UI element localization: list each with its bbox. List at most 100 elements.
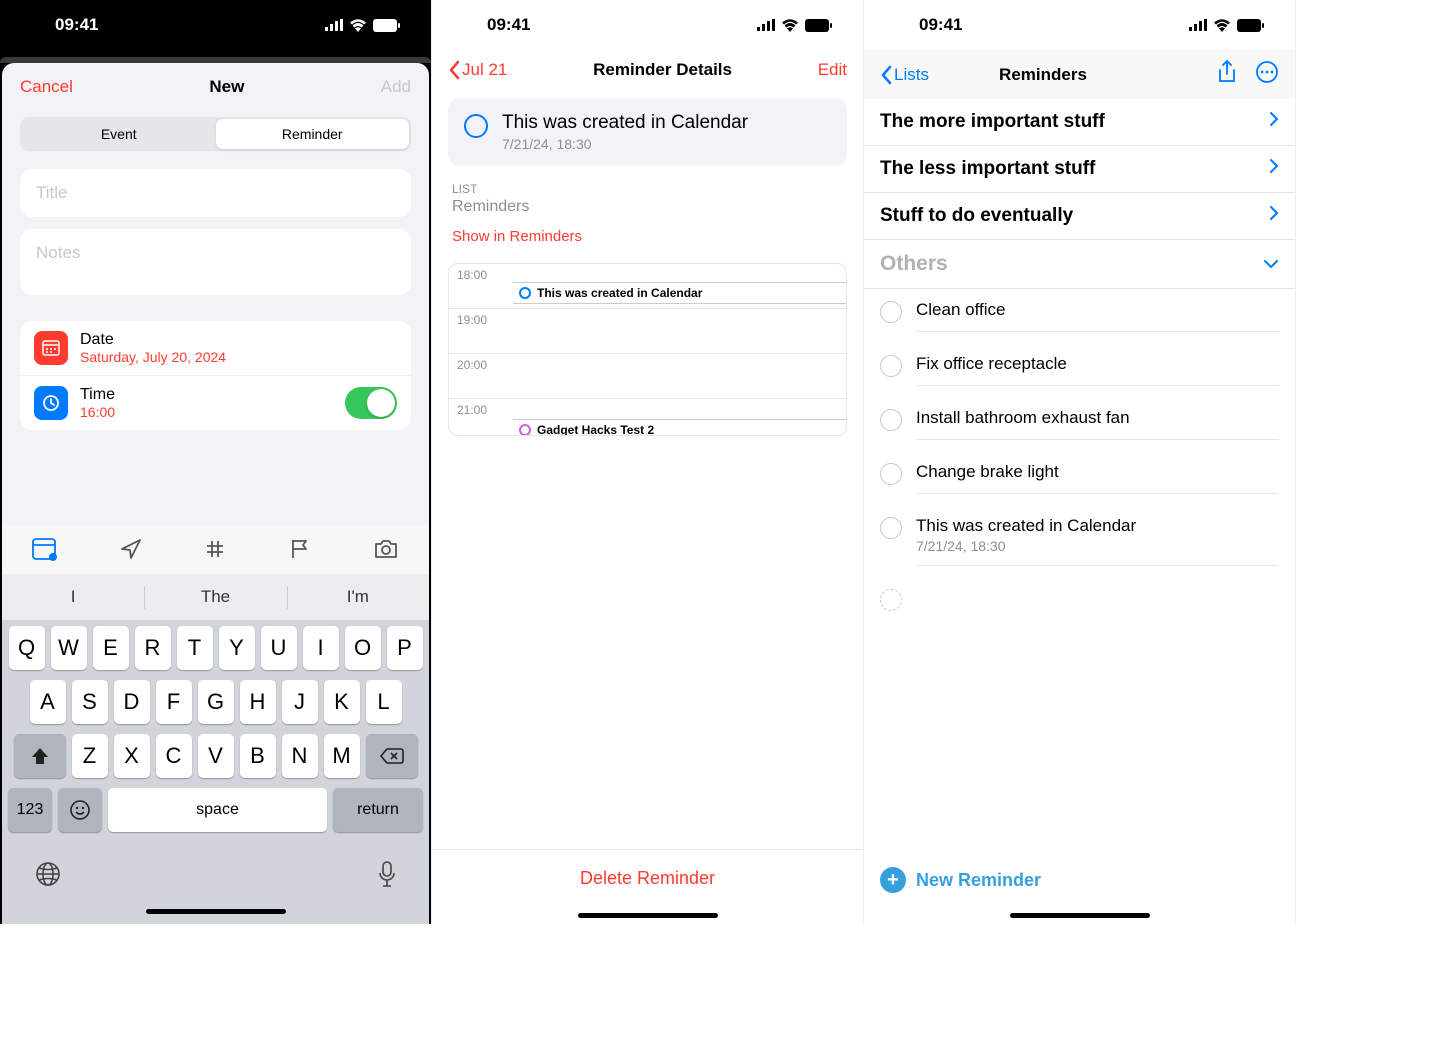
keyboard: Q W E R T Y U I O P A S D F G H J K L [2, 620, 429, 924]
space-key[interactable]: space [108, 788, 327, 832]
suggestion-bar: I The I'm [2, 574, 429, 620]
key-e[interactable]: E [93, 626, 129, 670]
key-x[interactable]: X [114, 734, 150, 778]
key-r[interactable]: R [135, 626, 171, 670]
segmented-control[interactable]: Event Reminder [20, 117, 411, 151]
event-title: Gadget Hacks Test 2 [537, 423, 654, 436]
return-key[interactable]: return [333, 788, 423, 832]
notes-input[interactable]: Notes [20, 229, 411, 277]
time-toggle[interactable] [345, 387, 397, 419]
key-b[interactable]: B [240, 734, 276, 778]
delete-reminder-button[interactable]: Delete Reminder [432, 849, 863, 907]
key-o[interactable]: O [345, 626, 381, 670]
timeline[interactable]: 18:00 This was created in Calendar 19:00… [448, 263, 847, 436]
new-item-placeholder[interactable] [864, 577, 1295, 622]
key-t[interactable]: T [177, 626, 213, 670]
clock-icon [34, 386, 68, 420]
key-a[interactable]: A [30, 680, 66, 724]
key-g[interactable]: G [198, 680, 234, 724]
reminder-title: Clean office [916, 300, 1279, 320]
suggestion-2[interactable]: The [144, 574, 286, 620]
timeline-event[interactable]: Gadget Hacks Test 2 [513, 419, 846, 436]
numbers-key[interactable]: 123 [8, 788, 52, 832]
key-v[interactable]: V [198, 734, 234, 778]
tag-accessory-icon[interactable] [203, 537, 227, 566]
completion-circle[interactable] [880, 409, 902, 431]
completion-circle[interactable] [880, 355, 902, 377]
status-icons [1189, 19, 1265, 32]
share-icon[interactable] [1217, 60, 1237, 89]
backspace-key[interactable] [366, 734, 418, 778]
back-label: Jul 21 [462, 60, 507, 80]
camera-accessory-icon[interactable] [373, 537, 399, 566]
title-input[interactable]: Title [20, 169, 411, 217]
key-n[interactable]: N [282, 734, 318, 778]
key-p[interactable]: P [387, 626, 423, 670]
key-u[interactable]: U [261, 626, 297, 670]
key-z[interactable]: Z [72, 734, 108, 778]
reminder-item[interactable]: Fix office receptacle [864, 343, 1295, 397]
edit-button[interactable]: Edit [818, 60, 847, 80]
key-w[interactable]: W [51, 626, 87, 670]
calendar-accessory-icon[interactable] [32, 537, 58, 566]
location-accessory-icon[interactable] [119, 537, 143, 566]
back-button[interactable]: Jul 21 [448, 60, 507, 80]
reminder-item[interactable]: Install bathroom exhaust fan [864, 397, 1295, 451]
key-l[interactable]: L [366, 680, 402, 724]
completion-circle[interactable] [880, 517, 902, 539]
globe-icon[interactable] [34, 860, 62, 893]
shift-key[interactable] [14, 734, 66, 778]
key-h[interactable]: H [240, 680, 276, 724]
timeline-event[interactable]: This was created in Calendar [513, 282, 846, 304]
home-indicator[interactable] [578, 913, 718, 918]
show-in-reminders-link[interactable]: Show in Reminders [432, 218, 863, 259]
key-d[interactable]: D [114, 680, 150, 724]
home-indicator[interactable] [146, 909, 286, 914]
date-row[interactable]: Date Saturday, July 20, 2024 [20, 321, 411, 375]
home-indicator[interactable] [1010, 913, 1150, 918]
date-label: Date [80, 331, 397, 349]
time-row[interactable]: Time 16:00 [20, 375, 411, 430]
details-nav: Jul 21 Reminder Details Edit [432, 50, 863, 90]
list-label: LIST [432, 182, 863, 196]
key-c[interactable]: C [156, 734, 192, 778]
cancel-button[interactable]: Cancel [20, 77, 73, 97]
add-button[interactable]: Add [381, 77, 411, 97]
key-k[interactable]: K [324, 680, 360, 724]
completion-circle[interactable] [880, 301, 902, 323]
segment-event[interactable]: Event [22, 119, 216, 149]
placeholder-circle [880, 589, 902, 611]
key-y[interactable]: Y [219, 626, 255, 670]
reminder-item[interactable]: Change brake light [864, 451, 1295, 505]
list-value: Reminders [432, 196, 863, 218]
others-header[interactable]: Others [864, 240, 1295, 289]
status-bar: 09:41 [432, 0, 863, 50]
completion-circle[interactable] [464, 114, 488, 138]
key-f[interactable]: F [156, 680, 192, 724]
title-card: Title [20, 169, 411, 217]
suggestion-1[interactable]: I [2, 574, 144, 620]
time-value: 16:00 [80, 404, 333, 420]
completion-circle[interactable] [880, 463, 902, 485]
hour-label: 20:00 [449, 354, 509, 376]
reminder-item[interactable]: This was created in Calendar 7/21/24, 18… [864, 505, 1295, 577]
list-row[interactable]: Stuff to do eventually [864, 193, 1295, 240]
sheet-nav: Cancel New Add [2, 63, 429, 111]
reminder-card[interactable]: This was created in Calendar 7/21/24, 18… [448, 98, 847, 166]
new-reminder-button[interactable]: + New Reminder [864, 853, 1295, 907]
key-i[interactable]: I [303, 626, 339, 670]
key-j[interactable]: J [282, 680, 318, 724]
list-row[interactable]: The less important stuff [864, 146, 1295, 193]
flag-accessory-icon[interactable] [288, 537, 312, 566]
mic-icon[interactable] [377, 860, 397, 893]
key-m[interactable]: M [324, 734, 360, 778]
key-q[interactable]: Q [9, 626, 45, 670]
reminder-item[interactable]: Clean office [864, 289, 1295, 343]
list-row[interactable]: The more important stuff [864, 99, 1295, 146]
segment-reminder[interactable]: Reminder [216, 119, 410, 149]
emoji-key[interactable] [58, 788, 102, 832]
more-icon[interactable] [1255, 60, 1279, 89]
key-s[interactable]: S [72, 680, 108, 724]
sheet-title: New [209, 77, 244, 97]
suggestion-3[interactable]: I'm [287, 574, 429, 620]
